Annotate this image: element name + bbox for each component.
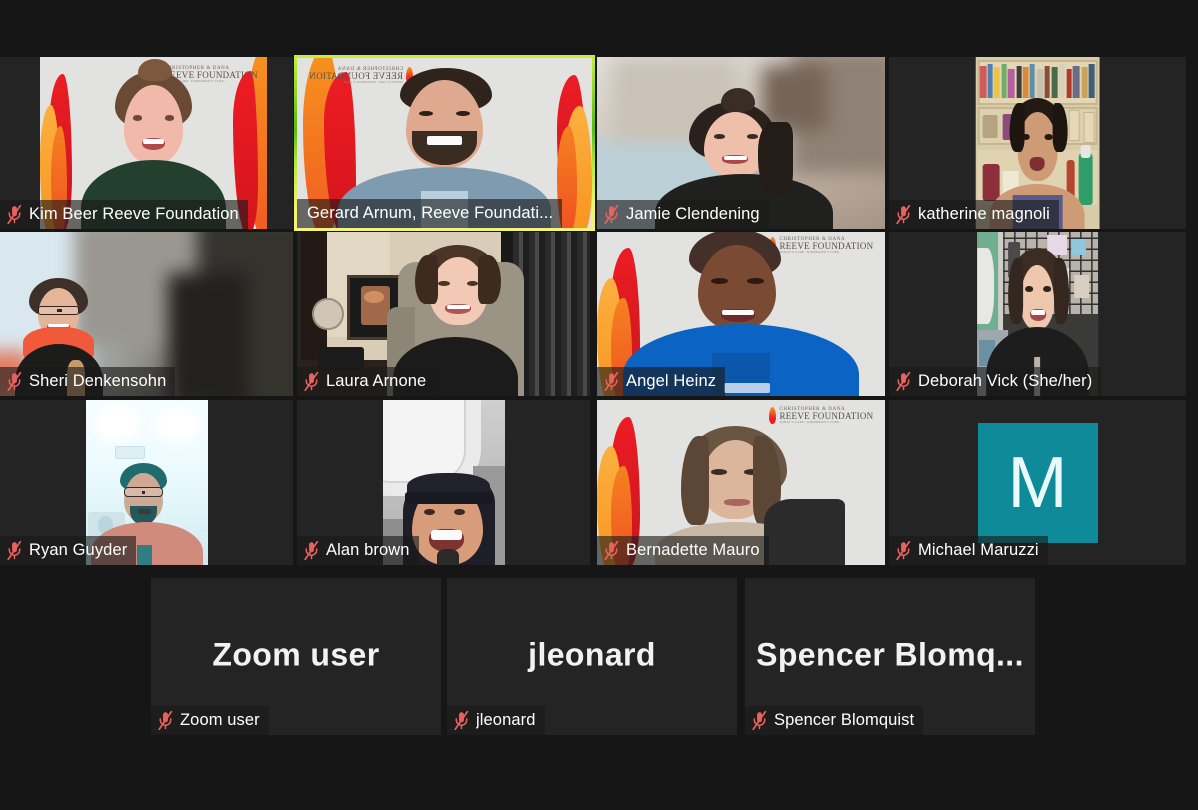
- participant-name-label: Ryan Guyder: [0, 536, 137, 565]
- participant-tile-zoom-user[interactable]: Zoom user Zoom user: [151, 578, 441, 735]
- mic-muted-icon: [604, 541, 619, 560]
- mic-muted-icon: [896, 205, 911, 224]
- participant-name-label: Alan brown: [297, 536, 419, 565]
- participant-name: Laura Arnone: [326, 372, 427, 390]
- participant-tile-bernadette-mauro[interactable]: CHRISTOPHER & DANA REEVE FOUNDATION TODA…: [597, 400, 885, 565]
- participant-name: katherine magnoli: [918, 205, 1050, 223]
- participant-name-label: Laura Arnone: [297, 367, 436, 396]
- participant-name-label: Angel Heinz: [597, 367, 726, 396]
- participant-name-label: Zoom user: [151, 706, 269, 735]
- participant-tile-angel-heinz[interactable]: CHRISTOPHER & DANA REEVE FOUNDATION TODA…: [597, 232, 885, 396]
- participant-name: Michael Maruzzi: [918, 541, 1039, 559]
- participant-name: Kim Beer Reeve Foundation: [29, 205, 239, 223]
- participant-display-name: Zoom user: [212, 635, 380, 672]
- participant-display-name: jleonard: [528, 635, 656, 672]
- reeve-foundation-logo: CHRISTOPHER & DANA REEVE FOUNDATION TODA…: [769, 406, 873, 424]
- participant-tile-spencer-blomquist[interactable]: Spencer Blomq... Spencer Blomquist: [745, 578, 1035, 735]
- participant-name-label: Kim Beer Reeve Foundation: [0, 200, 248, 229]
- participant-tile-gerard-arnum[interactable]: CHRISTOPHER & DANA REEVE FOUNDATION TODA…: [294, 55, 595, 231]
- participant-name: Spencer Blomquist: [774, 711, 915, 729]
- participant-name-label: Michael Maruzzi: [889, 536, 1048, 565]
- participant-name: Deborah Vick (She/her): [918, 372, 1093, 390]
- mic-muted-icon: [304, 372, 319, 391]
- participant-tile-ryan-guyder[interactable]: Ryan Guyder: [0, 400, 293, 565]
- participant-name: Jamie Clendening: [626, 205, 760, 223]
- participant-tile-deborah-vick[interactable]: Deborah Vick (She/her): [889, 232, 1186, 396]
- participant-tile-sheri-denkensohn[interactable]: Sheri Denkensohn: [0, 232, 293, 396]
- mic-muted-icon: [7, 205, 22, 224]
- participant-name-label: Sheri Denkensohn: [0, 367, 176, 396]
- participant-tile-laura-arnone[interactable]: Laura Arnone: [297, 232, 590, 396]
- participant-name: Gerard Arnum, Reeve Foundati...: [307, 204, 554, 222]
- reeve-foundation-logo: CHRISTOPHER & DANA REEVE FOUNDATION TODA…: [309, 66, 413, 84]
- mic-muted-icon: [752, 711, 767, 730]
- mic-muted-icon: [896, 372, 911, 391]
- participant-name-label: Gerard Arnum, Reeve Foundati...: [297, 199, 563, 228]
- participant-name: Sheri Denkensohn: [29, 372, 167, 390]
- mic-muted-icon: [304, 541, 319, 560]
- participant-name-label: jleonard: [447, 706, 545, 735]
- reeve-foundation-logo: CHRISTOPHER & DANA REEVE FOUNDATION TODA…: [769, 236, 873, 254]
- participant-name: Alan brown: [326, 541, 410, 559]
- participant-name-label: katherine magnoli: [889, 200, 1059, 229]
- participant-display-name: Spencer Blomq...: [756, 635, 1024, 672]
- mic-muted-icon: [158, 711, 173, 730]
- mic-muted-icon: [604, 205, 619, 224]
- mic-muted-icon: [604, 372, 619, 391]
- avatar-initial: M: [1007, 442, 1068, 523]
- zoom-gallery-view: CHRISTOPHER & DANA REEVE FOUNDATION TODA…: [0, 0, 1198, 810]
- mic-muted-icon: [7, 372, 22, 391]
- participant-tile-katherine-magnoli[interactable]: katherine magnoli: [889, 57, 1186, 229]
- participant-name: jleonard: [476, 711, 536, 729]
- participant-name-label: Deborah Vick (She/her): [889, 367, 1102, 396]
- participant-name-label: Spencer Blomquist: [745, 706, 924, 735]
- mic-muted-icon: [896, 541, 911, 560]
- participant-name: Ryan Guyder: [29, 541, 128, 559]
- participant-tile-michael-maruzzi[interactable]: M Michael Maruzzi: [889, 400, 1186, 565]
- participant-tile-jamie-clendening[interactable]: Jamie Clendening: [597, 57, 885, 229]
- participant-name: Zoom user: [180, 711, 260, 729]
- participant-name-label: Bernadette Mauro: [597, 536, 769, 565]
- participant-tile-jleonard[interactable]: jleonard jleonard: [447, 578, 737, 735]
- reeve-flame-icon: [769, 406, 777, 424]
- participant-name: Angel Heinz: [626, 372, 717, 390]
- participant-tile-alan-brown[interactable]: Alan brown: [297, 400, 590, 565]
- mic-muted-icon: [7, 541, 22, 560]
- participant-tile-kim-beer[interactable]: CHRISTOPHER & DANA REEVE FOUNDATION TODA…: [0, 57, 293, 229]
- participant-name-label: Jamie Clendening: [597, 200, 769, 229]
- mic-muted-icon: [454, 711, 469, 730]
- avatar: M: [977, 422, 1098, 543]
- participant-name: Bernadette Mauro: [626, 541, 760, 559]
